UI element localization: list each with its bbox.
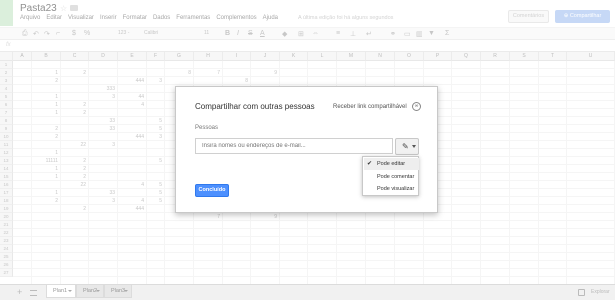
sheet-tab-label: Plan2	[83, 288, 98, 294]
permission-option-label: Pode editar	[377, 161, 406, 167]
sheet-tab-label: Plan1	[53, 288, 68, 294]
dialog-title: Compartilhar com outras pessoas	[195, 102, 315, 111]
get-shareable-link-button[interactable]: Receber link compartilhável	[333, 104, 407, 110]
people-label: Pessoas	[195, 125, 219, 131]
explore-icon[interactable]	[578, 289, 585, 296]
chevron-down-icon	[412, 145, 416, 148]
permission-option-label: Pode comentar	[377, 174, 415, 180]
explore-label[interactable]: Explorar	[591, 289, 610, 295]
chevron-down-icon[interactable]	[68, 290, 72, 292]
add-sheet-icon[interactable]: +	[17, 288, 22, 297]
sheet-tab-label: Plan3	[111, 288, 126, 294]
people-input[interactable]	[196, 139, 392, 153]
sheet-tabs-bar: + Plan1 Plan2 Plan3 Explorar	[0, 284, 615, 300]
permission-option-comment[interactable]: Pode comentar	[364, 171, 419, 183]
link-icon[interactable]: ∞	[412, 102, 421, 111]
permission-dropdown-button[interactable]: ✎	[395, 138, 419, 155]
permission-option-edit[interactable]: ✔ Pode editar	[364, 158, 419, 170]
pencil-icon: ✎	[402, 142, 409, 151]
permission-option-label: Pode visualizar	[377, 186, 415, 192]
chevron-down-icon[interactable]	[124, 290, 128, 292]
chevron-down-icon[interactable]	[96, 290, 100, 292]
permission-menu: ✔ Pode editar Pode comentar Pode visuali…	[362, 156, 419, 196]
sheet-tab-plan3[interactable]: Plan3	[104, 285, 132, 298]
done-button[interactable]: Concluído	[195, 184, 229, 197]
people-input-box	[195, 138, 393, 154]
check-icon: ✔	[367, 161, 373, 167]
sheet-tab-plan2[interactable]: Plan2	[76, 285, 104, 298]
sheet-tab-plan1[interactable]: Plan1	[46, 285, 76, 298]
permission-option-view[interactable]: Pode visualizar	[364, 183, 419, 195]
sheets-list-icon[interactable]	[30, 290, 37, 296]
